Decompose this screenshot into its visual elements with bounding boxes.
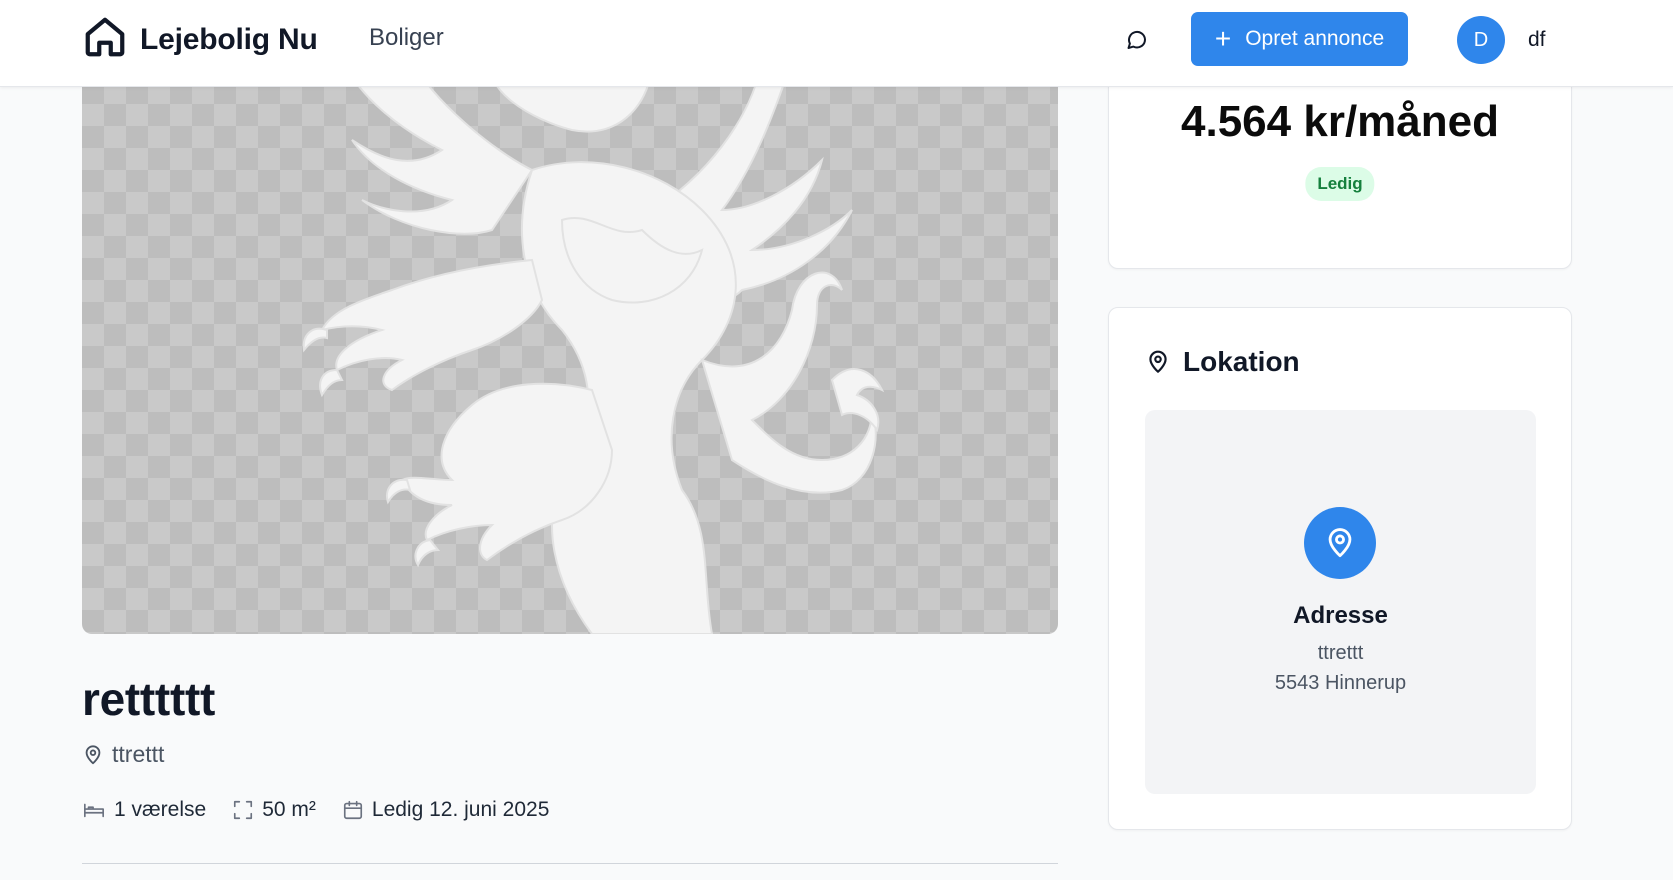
listing-facts: 1 værelse 50 m² Ledig 12. juni 2025 (82, 798, 575, 822)
listing-address-text: ttrettt (112, 741, 165, 767)
top-navbar: Lejebolig Nu Boliger + Opret annonce D d… (0, 0, 1673, 87)
plus-icon: + (1214, 23, 1232, 54)
location-heading: Lokation (1145, 346, 1300, 378)
listing-address: ttrettt (82, 741, 164, 768)
address-city: 5543 Hinnerup (1274, 672, 1407, 694)
fact-area-text: 50 m² (262, 798, 316, 821)
create-listing-button[interactable]: + Opret annonce (1191, 12, 1408, 66)
create-listing-label: Opret annonce (1245, 27, 1385, 50)
brand-link[interactable]: Lejebolig Nu (82, 14, 318, 65)
map-pin-icon (1328, 528, 1352, 558)
fact-area: 50 m² (232, 798, 316, 822)
location-heading-text: Lokation (1183, 346, 1300, 377)
chat-icon (1127, 31, 1146, 49)
listing-title: retttttt (82, 673, 215, 725)
address-label: Adresse (1293, 602, 1388, 629)
bed-icon (84, 803, 104, 818)
nav-link-boliger[interactable]: Boliger (369, 24, 444, 52)
listing-image[interactable] (82, 60, 1058, 634)
location-map-placeholder: Adresse ttrettt 5543 Hinnerup (1145, 410, 1536, 794)
chat-button[interactable] (1122, 25, 1152, 55)
expand-icon (234, 800, 253, 820)
location-pin-badge (1304, 507, 1376, 579)
location-card: Lokation Adresse ttrettt 5543 Hinnerup (1108, 307, 1572, 830)
brand-name: Lejebolig Nu (140, 22, 318, 56)
status-badge: Ledig (1305, 167, 1375, 201)
calendar-icon (343, 800, 362, 820)
avatar[interactable]: D (1457, 16, 1505, 64)
fact-rooms: 1 værelse (82, 798, 206, 822)
fact-available-text: Ledig 12. juni 2025 (371, 798, 550, 821)
address-street: ttrettt (1317, 642, 1364, 664)
section-divider (82, 863, 1058, 864)
fact-available: Ledig 12. juni 2025 (342, 798, 550, 822)
username[interactable]: df (1528, 28, 1546, 52)
fact-rooms-text: 1 værelse (114, 798, 207, 821)
map-pin-icon (85, 744, 101, 764)
price: 4.564 kr/måned (1181, 97, 1499, 146)
griffin-illustration (302, 60, 885, 634)
map-pin-icon (1149, 350, 1167, 373)
home-icon (82, 14, 128, 65)
